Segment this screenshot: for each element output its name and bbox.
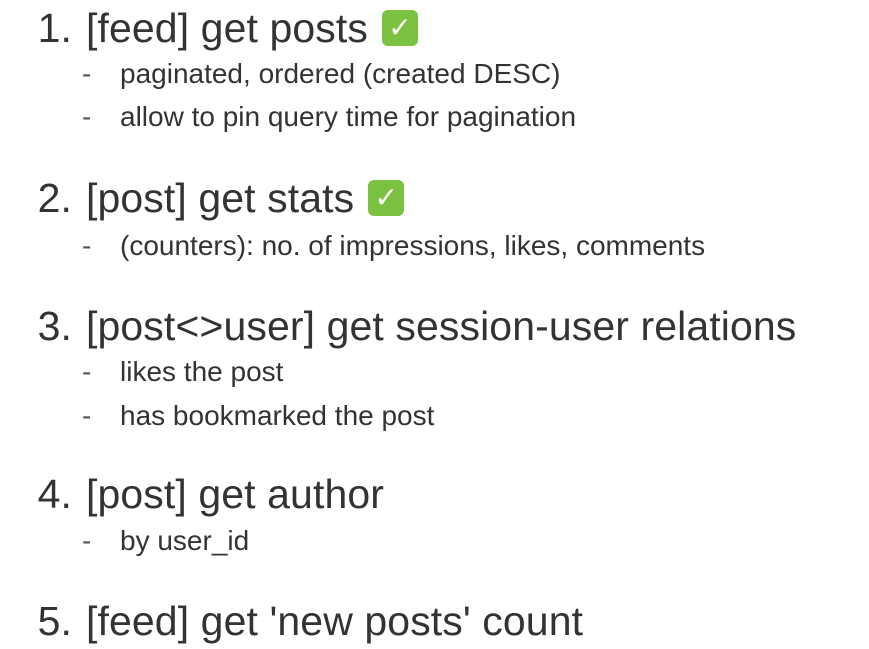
check-mark-icon: ✓ xyxy=(381,10,418,46)
sub-bullet: - xyxy=(82,230,92,261)
item-4-sub-1: - by user_id xyxy=(82,521,249,561)
item-1-sub-1-text: paginated, ordered (created DESC) xyxy=(120,58,561,89)
item-2-sub-1: - (counters): no. of impressions, likes,… xyxy=(82,226,705,266)
item-4-title: [post] get author xyxy=(86,470,385,517)
item-3-number: 3. xyxy=(37,302,72,349)
sub-bullet: - xyxy=(82,58,92,89)
sub-bullet: - xyxy=(82,356,92,387)
item-3-sub-1-text: likes the post xyxy=(120,356,284,387)
item-1-sub-2: - allow to pin query time for pagination xyxy=(82,97,576,137)
item-2-heading: 2. [post] get stats ✓ xyxy=(0,170,405,226)
item-1-sub-2-text: allow to pin query time for pagination xyxy=(120,101,577,132)
item-4-heading: 4. [post] get author xyxy=(0,466,384,522)
item-4-sub-1-text: by user_id xyxy=(120,525,250,556)
item-1-number: 1. xyxy=(37,4,72,51)
item-5-title: [feed] get 'new posts' count xyxy=(86,597,584,644)
sub-bullet: - xyxy=(82,101,92,132)
item-1-heading: 1. [feed] get posts ✓ xyxy=(0,0,418,56)
sub-bullet: - xyxy=(82,400,92,431)
item-3-heading: 3. [post<>user] get session-user relatio… xyxy=(0,298,797,354)
item-2-sub-1-text: (counters): no. of impressions, likes, c… xyxy=(120,230,706,261)
item-3-title: [post<>user] get session-user relations xyxy=(86,302,797,349)
sub-bullet: - xyxy=(82,525,92,556)
item-2-number: 2. xyxy=(37,174,72,221)
item-3-sub-1: - likes the post xyxy=(82,352,283,392)
todo-document: 1. [feed] get posts ✓ - paginated, order… xyxy=(0,0,869,645)
item-5-heading: 5. [feed] get 'new posts' count xyxy=(0,593,583,649)
item-2-title: [post] get stats xyxy=(86,174,355,221)
item-5-number: 5. xyxy=(37,597,72,644)
item-4-number: 4. xyxy=(37,470,72,517)
item-1-title: [feed] get posts xyxy=(86,4,368,51)
item-1-sub-1: - paginated, ordered (created DESC) xyxy=(82,54,560,94)
item-3-sub-2: - has bookmarked the post xyxy=(82,396,434,436)
item-3-sub-2-text: has bookmarked the post xyxy=(120,400,435,431)
check-mark-icon: ✓ xyxy=(368,180,405,216)
